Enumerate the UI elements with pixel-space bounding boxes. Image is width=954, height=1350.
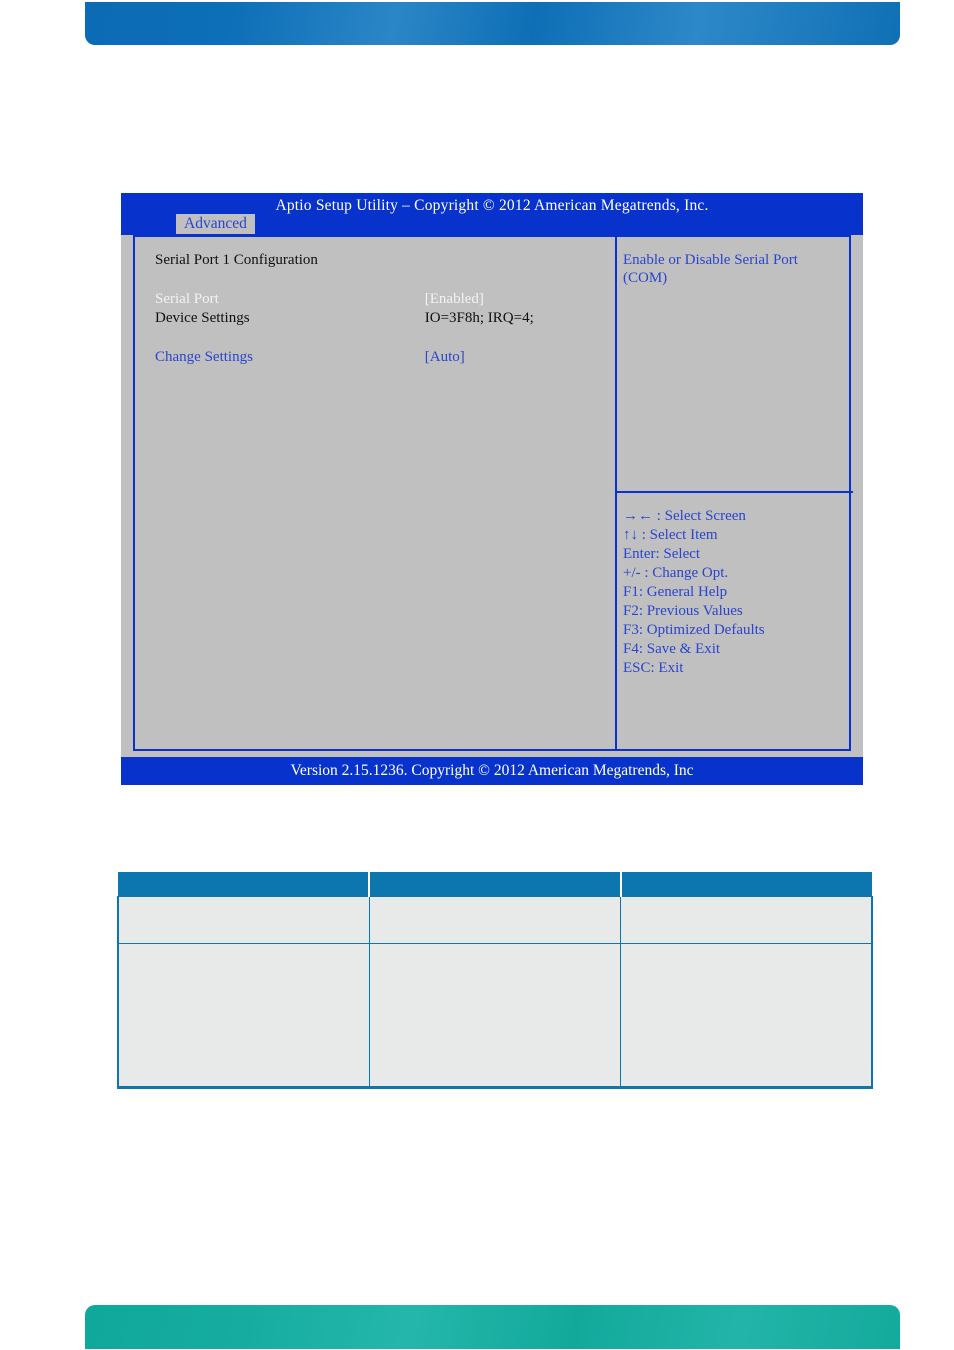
table-cell bbox=[368, 896, 622, 944]
page-top-banner bbox=[85, 2, 900, 45]
data-table bbox=[116, 872, 874, 1089]
table-cell bbox=[116, 896, 370, 944]
table-header-cell bbox=[619, 872, 872, 897]
nav-key-select-item: ↑↓ : Select Item bbox=[623, 527, 718, 544]
nav-key-f3-optimized-defaults: F3: Optimized Defaults bbox=[623, 622, 765, 639]
table-row bbox=[116, 896, 874, 944]
help-pane: Enable or Disable Serial Port (COM) →← :… bbox=[617, 237, 853, 749]
setting-value[interactable]: [Auto] bbox=[425, 348, 465, 367]
nav-key-f2-previous-values: F2: Previous Values bbox=[623, 603, 743, 620]
table-row bbox=[116, 943, 874, 1089]
nav-key-enter-select: Enter: Select bbox=[623, 546, 701, 563]
table-header-cell bbox=[368, 872, 622, 897]
nav-key-select-screen: →← : Select Screen bbox=[623, 508, 746, 524]
bios-title: Aptio Setup Utility – Copyright © 2012 A… bbox=[275, 197, 709, 214]
bios-body: Serial Port 1 Configuration Serial Port … bbox=[133, 235, 853, 751]
page-bottom-banner bbox=[85, 1305, 900, 1349]
table-header-row bbox=[118, 872, 872, 897]
setting-value: IO=3F8h; IRQ=4; bbox=[424, 309, 534, 326]
section-title: Serial Port 1 Configuration bbox=[155, 252, 318, 268]
table-header-cell bbox=[118, 872, 371, 897]
help-text: Enable or Disable Serial Port (COM) bbox=[617, 237, 853, 493]
setting-label: Device Settings bbox=[155, 309, 250, 326]
nav-key-f4-save-exit: F4: Save & Exit bbox=[623, 641, 721, 658]
setting-label: Serial Port bbox=[155, 290, 219, 307]
table-cell bbox=[620, 943, 874, 1089]
bios-setup-screenshot: Aptio Setup Utility – Copyright © 2012 A… bbox=[121, 193, 863, 785]
tab-advanced[interactable]: Advanced bbox=[176, 214, 255, 235]
setting-row-change-settings[interactable]: Change Settings [Auto] bbox=[155, 348, 615, 367]
navigation-keys: →← : Select Screen ↑↓ : Select Item Ente… bbox=[617, 493, 853, 749]
setting-label: Change Settings bbox=[155, 348, 253, 365]
setting-row-device-settings: Device Settings IO=3F8h; IRQ=4; bbox=[155, 309, 615, 328]
settings-spacer bbox=[155, 328, 615, 348]
setting-row-serial-port[interactable]: Serial Port [Enabled] bbox=[155, 290, 615, 309]
nav-key-esc-exit: ESC: Exit bbox=[623, 660, 684, 677]
settings-pane: Serial Port 1 Configuration Serial Port … bbox=[135, 237, 617, 749]
nav-key-f1-general-help: F1: General Help bbox=[623, 584, 728, 601]
bios-version-footer: Version 2.15.1236. Copyright © 2012 Amer… bbox=[121, 757, 863, 785]
table-cell bbox=[620, 896, 874, 944]
bios-title-bar: Aptio Setup Utility – Copyright © 2012 A… bbox=[121, 193, 863, 235]
nav-key-change-opt: +/- : Change Opt. bbox=[623, 565, 729, 582]
table-cell bbox=[116, 943, 370, 1089]
setting-value[interactable]: [Enabled] bbox=[425, 290, 484, 309]
table-cell bbox=[368, 943, 622, 1089]
